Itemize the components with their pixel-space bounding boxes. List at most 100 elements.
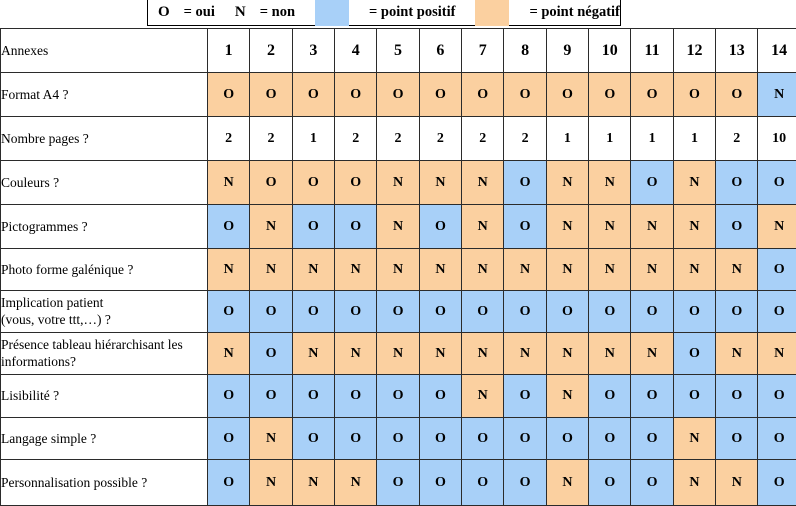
cell-4: O xyxy=(335,205,377,249)
table-row: Langage simple ?ONOOOOOOOOONOO xyxy=(1,418,796,460)
table-header-row: Annexes 1234567891011121314 xyxy=(1,29,796,73)
cell-11: 1 xyxy=(631,117,673,161)
column-header-8: 8 xyxy=(504,29,546,73)
cell-7: N xyxy=(462,249,504,291)
table-row: Couleurs ?NOOONNNONNONOO xyxy=(1,161,796,205)
cell-8: O xyxy=(504,375,546,418)
table-body: Format A4 ?OOOOOOOOOOOOONNombre pages ?2… xyxy=(1,73,796,506)
cell-1: O xyxy=(208,205,250,249)
cell-9: N xyxy=(546,375,588,418)
cell-9: N xyxy=(546,460,588,506)
cell-12: O xyxy=(673,291,715,333)
cell-6: N xyxy=(419,333,461,375)
cell-7: N xyxy=(462,375,504,418)
cell-4: N xyxy=(335,333,377,375)
cell-5: O xyxy=(377,375,419,418)
table-row: Personnalisation possible ?ONNNOOOONOONN… xyxy=(1,460,796,506)
cell-10: N xyxy=(589,249,631,291)
cell-14: N xyxy=(758,73,796,117)
cell-12: N xyxy=(673,205,715,249)
cell-4: O xyxy=(335,375,377,418)
cell-14: O xyxy=(758,460,796,506)
row-label: Format A4 ? xyxy=(1,73,208,117)
cell-9: O xyxy=(546,418,588,460)
cell-5: N xyxy=(377,249,419,291)
cell-10: O xyxy=(589,291,631,333)
cell-12: N xyxy=(673,418,715,460)
column-header-11: 11 xyxy=(631,29,673,73)
table-row: Présence tableau hiérarchisant lesinform… xyxy=(1,333,796,375)
legend-positive-swatch xyxy=(315,0,349,26)
cell-13: N xyxy=(716,460,758,506)
cell-2: N xyxy=(250,249,292,291)
column-header-10: 10 xyxy=(589,29,631,73)
cell-13: O xyxy=(716,205,758,249)
cell-3: N xyxy=(292,460,334,506)
cell-5: N xyxy=(377,205,419,249)
cell-11: N xyxy=(631,333,673,375)
cell-11: O xyxy=(631,418,673,460)
cell-8: N xyxy=(504,333,546,375)
column-header-13: 13 xyxy=(716,29,758,73)
cell-3: O xyxy=(292,375,334,418)
row-label: Nombre pages ? xyxy=(1,117,208,161)
cell-2: O xyxy=(250,291,292,333)
row-label: Implication patient(vous, votre ttt,…) ? xyxy=(1,291,208,333)
cell-2: O xyxy=(250,375,292,418)
cell-3: N xyxy=(292,333,334,375)
cell-7: N xyxy=(462,205,504,249)
cell-6: O xyxy=(419,418,461,460)
row-label-line2: (vous, votre ttt,…) ? xyxy=(1,312,207,328)
cell-8: O xyxy=(504,291,546,333)
column-header-1: 1 xyxy=(208,29,250,73)
cell-4: 2 xyxy=(335,117,377,161)
cell-10: N xyxy=(589,333,631,375)
cell-9: N xyxy=(546,249,588,291)
column-header-5: 5 xyxy=(377,29,419,73)
cell-9: O xyxy=(546,73,588,117)
cell-2: N xyxy=(250,418,292,460)
cell-13: N xyxy=(716,249,758,291)
cell-10: O xyxy=(589,418,631,460)
cell-1: N xyxy=(208,161,250,205)
cell-13: O xyxy=(716,291,758,333)
cell-12: O xyxy=(673,73,715,117)
cell-3: O xyxy=(292,161,334,205)
cell-8: O xyxy=(504,73,546,117)
cell-3: O xyxy=(292,205,334,249)
cell-7: O xyxy=(462,460,504,506)
cell-9: O xyxy=(546,291,588,333)
cell-6: O xyxy=(419,460,461,506)
cell-10: 1 xyxy=(589,117,631,161)
cell-14: O xyxy=(758,249,796,291)
cell-14: O xyxy=(758,161,796,205)
cell-4: O xyxy=(335,73,377,117)
cell-1: O xyxy=(208,418,250,460)
table-row: Pictogrammes ?ONOONONONNNNON xyxy=(1,205,796,249)
cell-3: N xyxy=(292,249,334,291)
cell-5: O xyxy=(377,73,419,117)
column-header-3: 3 xyxy=(292,29,334,73)
column-header-9: 9 xyxy=(546,29,588,73)
row-label-line1: Implication patient xyxy=(1,295,207,311)
page-root: O = oui N = non = point positif = point … xyxy=(0,0,796,505)
cell-14: N xyxy=(758,333,796,375)
cell-13: N xyxy=(716,333,758,375)
cell-11: N xyxy=(631,205,673,249)
cell-6: N xyxy=(419,161,461,205)
legend-non-symbol: N xyxy=(235,5,246,20)
cell-6: N xyxy=(419,249,461,291)
cell-12: N xyxy=(673,161,715,205)
cell-11: O xyxy=(631,73,673,117)
cell-6: O xyxy=(419,73,461,117)
cell-13: O xyxy=(716,375,758,418)
cell-8: O xyxy=(504,418,546,460)
legend-bar: O = oui N = non = point positif = point … xyxy=(0,0,796,28)
cell-11: O xyxy=(631,161,673,205)
cell-10: N xyxy=(589,205,631,249)
table-corner-label: Annexes xyxy=(1,29,208,73)
legend-negative-text: = point négatif xyxy=(529,5,619,20)
cell-7: O xyxy=(462,291,504,333)
cell-9: N xyxy=(546,161,588,205)
cell-12: O xyxy=(673,333,715,375)
